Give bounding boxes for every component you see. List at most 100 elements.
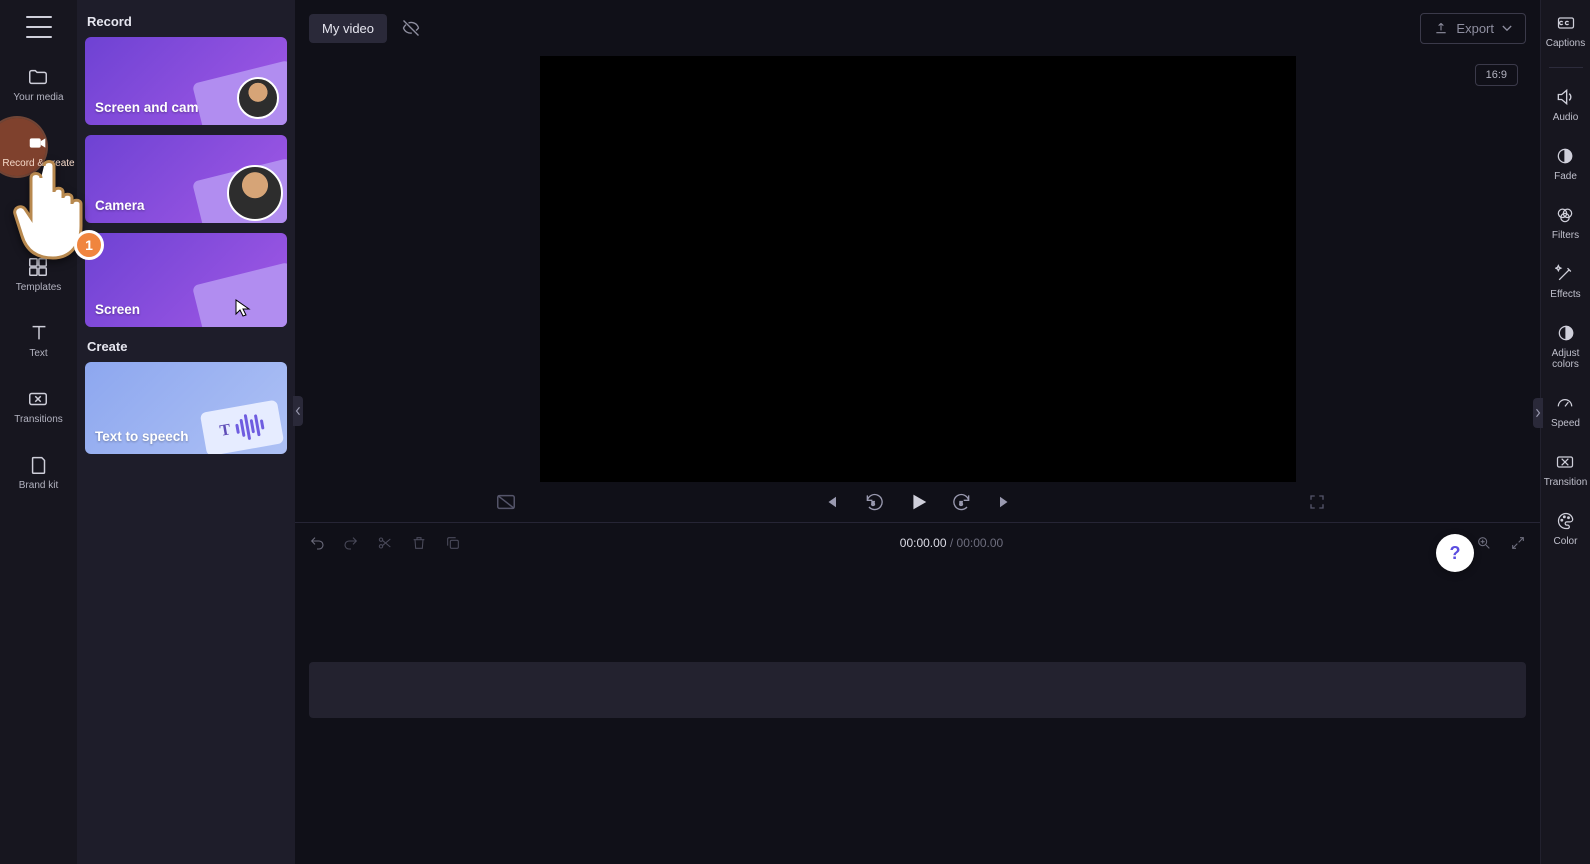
hide-ui-icon[interactable]	[397, 14, 425, 42]
card-screen[interactable]: Screen	[85, 233, 287, 327]
svg-text:5: 5	[871, 501, 874, 507]
captions-icon	[1555, 12, 1577, 34]
editor-topbar: My video Export	[295, 0, 1540, 56]
section-heading-create: Create	[87, 339, 287, 354]
delete-button[interactable]	[411, 535, 427, 551]
card-camera[interactable]: Camera	[85, 135, 287, 223]
tts-thumb-icon: T	[200, 400, 284, 454]
sidebar-item-label: Text	[29, 348, 47, 360]
sidebar-item-label: Record & create	[2, 158, 74, 170]
rightrail-label: Color	[1554, 536, 1578, 547]
rightrail-item-speed[interactable]: Speed	[1551, 392, 1580, 429]
brand-kit-icon	[28, 454, 50, 476]
cursor-icon	[235, 299, 251, 317]
timeline-area[interactable]	[295, 562, 1540, 864]
camera-avatar-thumb	[227, 165, 283, 221]
rightrail-label: Audio	[1553, 112, 1579, 123]
camcorder-icon	[27, 132, 49, 154]
right-rail: Captions Audio Fade Filters Effects Adju…	[1540, 0, 1590, 864]
safe-zone-toggle[interactable]	[495, 491, 517, 513]
card-title: Text to speech	[85, 419, 199, 454]
rightrail-item-effects[interactable]: Effects	[1550, 263, 1580, 300]
timeline-track[interactable]	[309, 662, 1526, 718]
sidebar-item-label: Transitions	[14, 414, 63, 426]
text-icon	[28, 322, 50, 344]
wand-icon	[1554, 263, 1576, 285]
rightrail-label: Speed	[1551, 418, 1580, 429]
rightrail-item-adjust-colors[interactable]: Adjust colors	[1541, 322, 1590, 370]
svg-text:5: 5	[959, 501, 962, 507]
rightrail-label: Fade	[1554, 171, 1577, 182]
rightrail-label: Captions	[1546, 38, 1585, 49]
collapse-right-panel-button[interactable]	[1533, 398, 1543, 428]
rightrail-label: Adjust colors	[1541, 348, 1590, 370]
export-label: Export	[1456, 21, 1494, 36]
sidebar-item-transitions[interactable]: Transitions	[14, 388, 63, 426]
upload-icon	[1434, 21, 1448, 35]
rightrail-item-fade[interactable]: Fade	[1554, 145, 1577, 182]
timeline-toolbar: 00:00.00 / 00:00.00	[295, 522, 1540, 562]
timecode-display: 00:00.00 / 00:00.00	[900, 536, 1003, 550]
undo-button[interactable]	[309, 535, 325, 551]
rightrail-label: Transition	[1544, 477, 1588, 488]
rewind-5-button[interactable]: 5	[863, 491, 885, 513]
chevron-down-icon	[1502, 25, 1512, 32]
skip-end-button[interactable]	[995, 491, 1017, 513]
sidebar-item-label: Templates	[16, 282, 62, 294]
fit-timeline-button[interactable]	[1510, 535, 1526, 551]
skip-start-button[interactable]	[819, 491, 841, 513]
timecode-total: 00:00.00	[957, 536, 1004, 550]
rightrail-item-captions[interactable]: Captions	[1546, 12, 1585, 49]
forward-5-button[interactable]: 5	[951, 491, 973, 513]
sidebar-item-brand-kit[interactable]: Brand kit	[19, 454, 58, 492]
section-heading-record: Record	[87, 14, 287, 29]
window-thumb-icon	[192, 262, 287, 327]
redo-button[interactable]	[343, 535, 359, 551]
fade-icon	[1554, 145, 1576, 167]
filters-icon	[1554, 204, 1576, 226]
stage-wrap: 16:9 ?	[295, 56, 1540, 482]
project-title[interactable]: My video	[309, 14, 387, 43]
sidebar-item-label: Your media	[13, 92, 63, 104]
aspect-ratio-button[interactable]: 16:9	[1475, 64, 1518, 86]
rightrail-item-filters[interactable]: Filters	[1552, 204, 1579, 241]
play-button[interactable]	[907, 491, 929, 513]
export-button[interactable]: Export	[1420, 13, 1526, 44]
left-rail: Your media Record & create Templates Tex…	[0, 0, 77, 864]
gauge-icon	[1554, 392, 1576, 414]
sidebar-item-your-media[interactable]: Your media	[13, 66, 63, 104]
sidebar-item-label: Brand kit	[19, 480, 58, 492]
record-create-panel: Record Screen and camera Camera Screen C…	[77, 0, 295, 864]
contrast-icon	[1555, 322, 1577, 344]
zoom-in-button[interactable]	[1476, 535, 1492, 551]
editor-area: My video Export 16:9 ? 5 5	[295, 0, 1540, 864]
palette-icon	[1555, 510, 1577, 532]
card-title: Camera	[85, 188, 155, 223]
speaker-icon	[1554, 86, 1576, 108]
duplicate-button[interactable]	[445, 535, 461, 551]
menu-button[interactable]	[26, 16, 52, 38]
folder-icon	[27, 66, 49, 88]
sidebar-item-text[interactable]: Text	[28, 322, 50, 360]
transitions-icon	[27, 388, 49, 410]
sidebar-item-templates[interactable]: Templates	[16, 256, 62, 294]
rail-separator	[1549, 67, 1583, 68]
grid-icon	[27, 256, 49, 278]
rightrail-item-color[interactable]: Color	[1554, 510, 1578, 547]
video-canvas[interactable]	[540, 56, 1296, 482]
fullscreen-button[interactable]	[1306, 491, 1328, 513]
split-button[interactable]	[377, 535, 393, 551]
card-screen-and-camera[interactable]: Screen and camera	[85, 37, 287, 125]
rightrail-label: Filters	[1552, 230, 1579, 241]
sidebar-item-record-create[interactable]: Record & create	[2, 132, 74, 170]
rightrail-item-transition[interactable]: Transition	[1544, 451, 1588, 488]
transition-icon	[1554, 451, 1576, 473]
camera-avatar-thumb	[237, 77, 279, 119]
rightrail-label: Effects	[1550, 289, 1580, 300]
rightrail-item-audio[interactable]: Audio	[1553, 86, 1579, 123]
timecode-current: 00:00.00	[900, 536, 947, 550]
playback-controls: 5 5	[295, 482, 1540, 522]
card-title: Screen	[85, 292, 150, 327]
help-button[interactable]: ?	[1436, 534, 1474, 572]
card-text-to-speech[interactable]: T Text to speech	[85, 362, 287, 454]
